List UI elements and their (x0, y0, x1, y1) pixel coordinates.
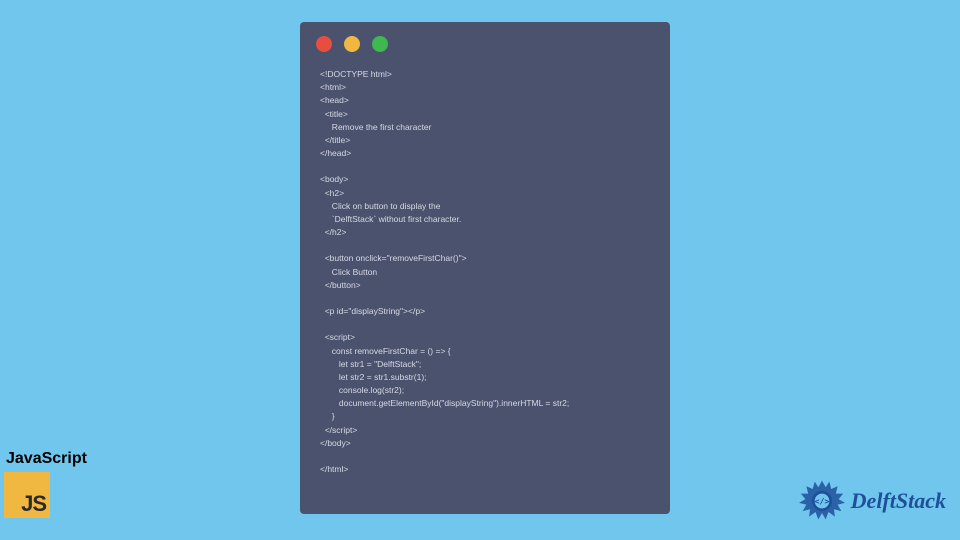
code-window: <!DOCTYPE html> <html> <head> <title> Re… (300, 22, 670, 514)
javascript-label: JavaScript (6, 450, 87, 468)
javascript-logo-icon: JS (4, 472, 50, 518)
brand: </> DelftStack (799, 478, 946, 524)
javascript-logo-text: JS (21, 491, 46, 517)
traffic-lights (316, 36, 656, 52)
close-icon (316, 36, 332, 52)
brand-gear-icon: </> (799, 478, 845, 524)
javascript-badge: JavaScript JS (4, 450, 87, 518)
brand-text: DelftStack (851, 488, 946, 514)
code-content: <!DOCTYPE html> <html> <head> <title> Re… (314, 68, 656, 476)
svg-text:</>: </> (814, 496, 829, 506)
maximize-icon (372, 36, 388, 52)
minimize-icon (344, 36, 360, 52)
